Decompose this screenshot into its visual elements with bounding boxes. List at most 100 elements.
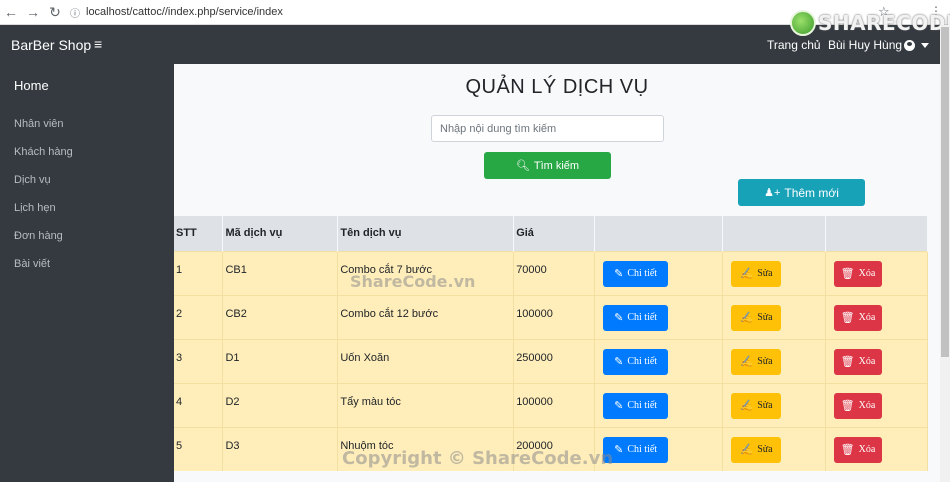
trash-icon: 🗑︎ bbox=[840, 356, 855, 368]
edit-square-icon: ✎ bbox=[614, 356, 624, 368]
user-name: Bùi Huy Hùng bbox=[828, 38, 903, 52]
table-row: 1 CB1 Combo cắt 7 bước 70000 ✎ Chi tiết ✍ Sửa 🗑︎… bbox=[174, 250, 928, 295]
table-row: 4 D2 Tẩy màu tóc 100000 ✎ Chi tiết ✍ Sửa 🗑︎ Xóa bbox=[174, 382, 928, 427]
cell-delete-button: 🗑︎ Xóa bbox=[825, 294, 928, 339]
pencil-icon: ✍ bbox=[739, 444, 754, 456]
sidebar-item-customers[interactable]: Khách hàng bbox=[14, 146, 73, 158]
trash-icon: 🗑︎ bbox=[840, 312, 855, 324]
sidebar-item-appointments[interactable]: Lịch hẹn bbox=[14, 202, 56, 214]
header-delete bbox=[825, 216, 928, 251]
logo-text: SHARECODE.vn bbox=[818, 11, 950, 35]
delete-button[interactable]: 🗑︎ Xóa bbox=[834, 260, 882, 287]
nav-home-link[interactable]: Trang chủ bbox=[767, 38, 821, 52]
edit-button[interactable]: ✍ Sửa bbox=[731, 436, 782, 463]
user-dropdown[interactable]: Bùi Huy Hùng bbox=[828, 38, 930, 52]
cell-code: D2 bbox=[222, 382, 339, 427]
sidebar: Home Nhân viên Khách hàng Dịch vụ Lịch h… bbox=[0, 64, 174, 482]
reload-icon[interactable]: ↻ bbox=[44, 4, 66, 21]
edit-square-icon: ✎ bbox=[614, 268, 624, 280]
detail-button[interactable]: ✎ Chi tiết bbox=[603, 392, 669, 419]
pencil-icon: ✍ bbox=[739, 400, 754, 412]
header-detail bbox=[594, 216, 724, 251]
detail-button-label: Chi tiết bbox=[627, 400, 658, 411]
cell-delete-button: 🗑︎ Xóa bbox=[825, 426, 928, 471]
address-bar[interactable]: ⓘ localhost/cattoc//index.php/service/in… bbox=[70, 3, 283, 21]
cell-edit-button: ✍ Sửa bbox=[722, 294, 826, 339]
pencil-icon: ✍ bbox=[739, 356, 754, 368]
url-text: localhost/cattoc//index.php/service/inde… bbox=[86, 6, 283, 18]
edit-square-icon: ✎ bbox=[614, 312, 624, 324]
pencil-icon: ✍ bbox=[739, 312, 754, 324]
detail-button[interactable]: ✎ Chi tiết bbox=[603, 348, 669, 375]
search-button-label: Tìm kiếm bbox=[533, 159, 580, 172]
cell-name: Tẩy màu tóc bbox=[337, 382, 515, 427]
cell-price: 100000 bbox=[513, 294, 596, 339]
scroll-thumb[interactable] bbox=[941, 27, 949, 357]
cell-edit-button: ✍ Sửa bbox=[722, 250, 826, 295]
pencil-icon: ✍ bbox=[739, 268, 754, 280]
cell-code: D1 bbox=[222, 338, 339, 383]
table-row: 2 CB2 Combo cắt 12 bước 100000 ✎ Chi tiết ✍ Sửa… bbox=[174, 294, 928, 339]
cell-detail-button: ✎ Chi tiết bbox=[594, 426, 724, 471]
user-plus-icon: ♟+ bbox=[764, 187, 781, 199]
delete-button[interactable]: 🗑︎ Xóa bbox=[834, 304, 882, 331]
brand-link[interactable]: BarBer Shop bbox=[11, 37, 91, 53]
cell-code: D3 bbox=[222, 426, 339, 471]
header-stt: STT bbox=[174, 216, 224, 251]
sidebar-item-posts[interactable]: Bài viết bbox=[14, 258, 50, 270]
cell-edit-button: ✍ Sửa bbox=[722, 426, 826, 471]
edit-button[interactable]: ✍ Sửa bbox=[731, 348, 782, 375]
chevron-down-icon bbox=[921, 42, 930, 48]
header-name: Tên dịch vụ bbox=[337, 216, 515, 251]
cell-stt: 4 bbox=[174, 382, 224, 427]
header-edit bbox=[722, 216, 826, 251]
detail-button[interactable]: ✎ Chi tiết bbox=[603, 304, 669, 331]
edit-button[interactable]: ✍ Sửa bbox=[731, 260, 782, 287]
delete-button-label: Xóa bbox=[858, 444, 876, 455]
edit-button-label: Sửa bbox=[757, 444, 773, 455]
edit-button[interactable]: ✍ Sửa bbox=[731, 392, 782, 419]
sidebar-item-orders[interactable]: Đơn hàng bbox=[14, 230, 63, 242]
edit-square-icon: ✎ bbox=[614, 444, 624, 456]
cell-delete-button: 🗑︎ Xóa bbox=[825, 250, 928, 295]
cell-detail-button: ✎ Chi tiết bbox=[594, 294, 724, 339]
edit-square-icon: ✎ bbox=[614, 400, 624, 412]
cell-delete-button: 🗑︎ Xóa bbox=[825, 382, 928, 427]
edit-button[interactable]: ✍ Sửa bbox=[731, 304, 782, 331]
detail-button[interactable]: ✎ Chi tiết bbox=[603, 260, 669, 287]
sidebar-item-staff[interactable]: Nhân viên bbox=[14, 118, 64, 130]
cell-price: 70000 bbox=[513, 250, 596, 295]
edit-button-label: Sửa bbox=[757, 356, 773, 367]
delete-button[interactable]: 🗑︎ Xóa bbox=[834, 348, 882, 375]
cell-detail-button: ✎ Chi tiết bbox=[594, 250, 724, 295]
detail-button-label: Chi tiết bbox=[627, 444, 658, 455]
search-button[interactable]: 🔍︎ Tìm kiếm bbox=[484, 152, 611, 179]
delete-button-label: Xóa bbox=[858, 400, 876, 411]
watermark-copyright: Copyright © ShareCode.vn bbox=[342, 448, 614, 469]
delete-button-label: Xóa bbox=[858, 312, 876, 323]
header-code: Mã dịch vụ bbox=[222, 216, 339, 251]
info-icon: ⓘ bbox=[70, 8, 80, 20]
hamburger-icon[interactable]: ≡ bbox=[94, 36, 102, 52]
edit-button-label: Sửa bbox=[757, 268, 773, 279]
header-price: Giá bbox=[513, 216, 596, 251]
user-circle-icon bbox=[904, 39, 916, 51]
delete-button[interactable]: 🗑︎ Xóa bbox=[834, 392, 882, 419]
back-icon[interactable]: ← bbox=[0, 4, 22, 20]
watermark-center: ShareCode.vn bbox=[350, 272, 476, 291]
forward-icon[interactable]: → bbox=[22, 4, 44, 20]
page-scrollbar[interactable] bbox=[940, 25, 950, 482]
sidebar-item-home[interactable]: Home bbox=[14, 78, 49, 93]
cell-name: Combo cắt 12 bước bbox=[337, 294, 515, 339]
search-input[interactable] bbox=[431, 115, 664, 142]
trash-icon: 🗑︎ bbox=[840, 444, 855, 456]
cell-stt: 3 bbox=[174, 338, 224, 383]
sidebar-item-services[interactable]: Dịch vụ bbox=[14, 174, 51, 186]
detail-button-label: Chi tiết bbox=[627, 356, 658, 367]
trash-icon: 🗑︎ bbox=[840, 400, 855, 412]
add-new-button[interactable]: ♟+ Thêm mới bbox=[738, 179, 865, 206]
cell-delete-button: 🗑︎ Xóa bbox=[825, 338, 928, 383]
cell-stt: 2 bbox=[174, 294, 224, 339]
delete-button[interactable]: 🗑︎ Xóa bbox=[834, 436, 882, 463]
cell-stt: 5 bbox=[174, 426, 224, 471]
